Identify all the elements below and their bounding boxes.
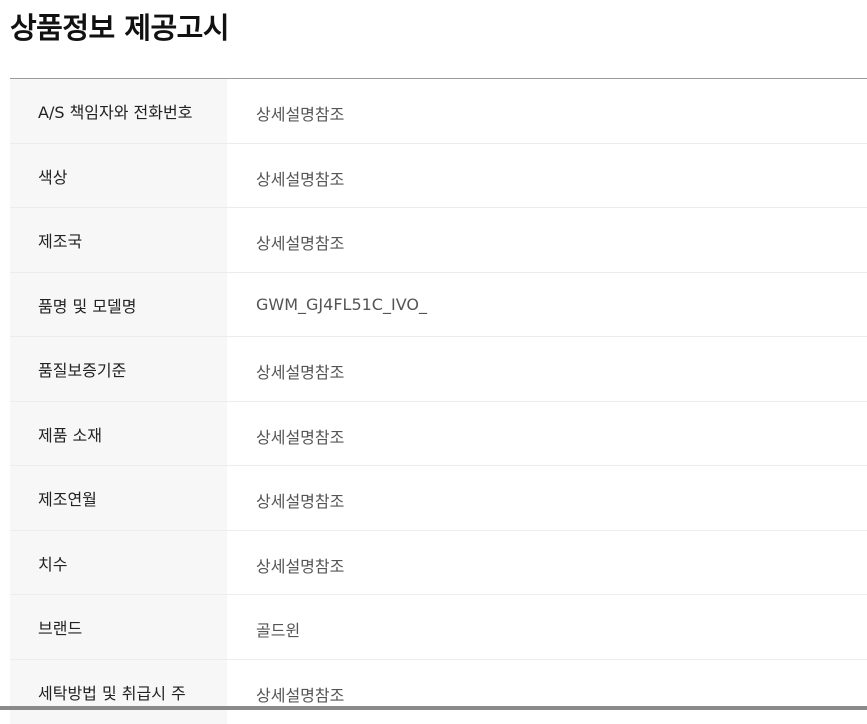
table-row: 색상 상세설명참조: [10, 144, 867, 209]
row-label: 치수: [10, 531, 227, 595]
row-value: 골드윈: [227, 595, 867, 659]
row-label: 색상: [10, 144, 227, 208]
table-row: 세탁방법 및 취급시 주 상세설명참조: [10, 660, 867, 724]
row-value: 상세설명참조: [227, 402, 867, 466]
table-row: 제조국 상세설명참조: [10, 208, 867, 273]
table-row: 품명 및 모델명 GWM_GJ4FL51C_IVO_: [10, 273, 867, 338]
row-value: 상세설명참조: [227, 79, 867, 143]
row-label: 제조연월: [10, 466, 227, 530]
horizontal-scrollbar[interactable]: [0, 706, 867, 710]
table-row: 제품 소재 상세설명참조: [10, 402, 867, 467]
row-label: A/S 책임자와 전화번호: [10, 79, 227, 143]
row-value: 상세설명참조: [227, 337, 867, 401]
table-row: 치수 상세설명참조: [10, 531, 867, 596]
table-row: 브랜드 골드윈: [10, 595, 867, 660]
row-label: 세탁방법 및 취급시 주: [10, 660, 227, 724]
row-value: 상세설명참조: [227, 466, 867, 530]
row-label: 제품 소재: [10, 402, 227, 466]
table-row: A/S 책임자와 전화번호 상세설명참조: [10, 79, 867, 144]
product-info-table: A/S 책임자와 전화번호 상세설명참조 색상 상세설명참조 제조국 상세설명참…: [10, 78, 867, 724]
table-row: 제조연월 상세설명참조: [10, 466, 867, 531]
table-row: 품질보증기준 상세설명참조: [10, 337, 867, 402]
row-value: 상세설명참조: [227, 531, 867, 595]
row-label: 제조국: [10, 208, 227, 272]
page-title: 상품정보 제공고시: [10, 8, 229, 48]
row-value: 상세설명참조: [227, 660, 867, 724]
row-value: 상세설명참조: [227, 208, 867, 272]
row-label: 품질보증기준: [10, 337, 227, 401]
row-label: 품명 및 모델명: [10, 273, 227, 337]
row-value: GWM_GJ4FL51C_IVO_: [227, 273, 867, 337]
row-label: 브랜드: [10, 595, 227, 659]
row-value: 상세설명참조: [227, 144, 867, 208]
